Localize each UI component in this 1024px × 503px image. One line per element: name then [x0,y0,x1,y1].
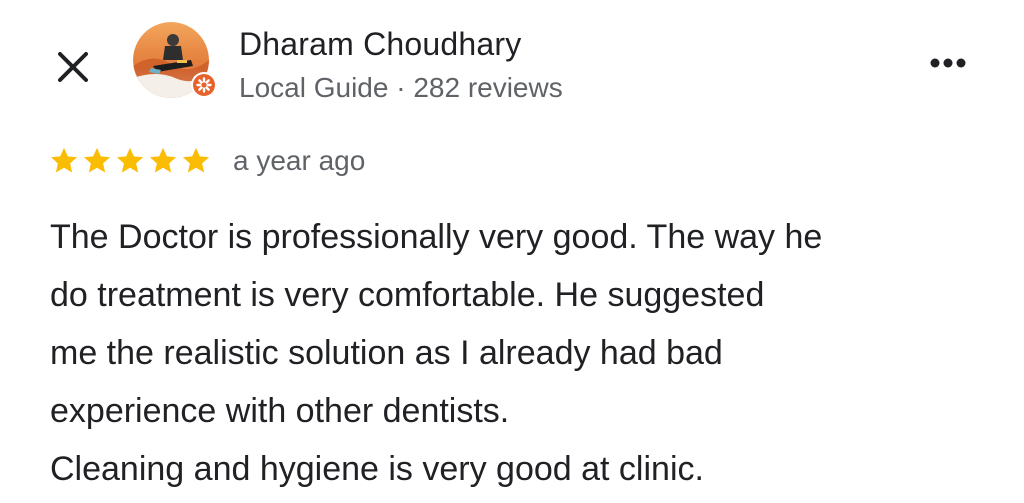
close-button[interactable] [56,48,92,84]
more-options-button[interactable] [922,48,974,78]
star-icon [83,147,111,173]
review-text-line: do treatment is very comfortable. He sug… [50,276,765,314]
reviewer-meta: Local Guide · 282 reviews [239,72,563,103]
review-text-line: The Doctor is professionally very good. … [50,218,823,256]
star-icon [50,147,78,173]
close-icon [58,52,88,82]
review-text-line: experience with other dentists. [50,392,510,430]
star-rating [48,145,212,181]
star-icon [182,147,210,173]
star-icon [116,147,144,173]
review-card: Dharam Choudhary Local Guide · 282 revie… [0,0,1024,503]
review-text-line: me the realistic solution as I already h… [50,334,723,372]
local-guide-badge-icon [191,72,217,98]
star-icon [149,147,177,173]
review-date: a year ago [233,145,366,176]
review-text: The Doctor is professionally very good. … [50,208,990,498]
more-horizontal-icon [930,58,966,68]
review-text-line: Cleaning and hygiene is very good at cli… [50,450,704,488]
reviewer-name[interactable]: Dharam Choudhary [239,26,521,63]
